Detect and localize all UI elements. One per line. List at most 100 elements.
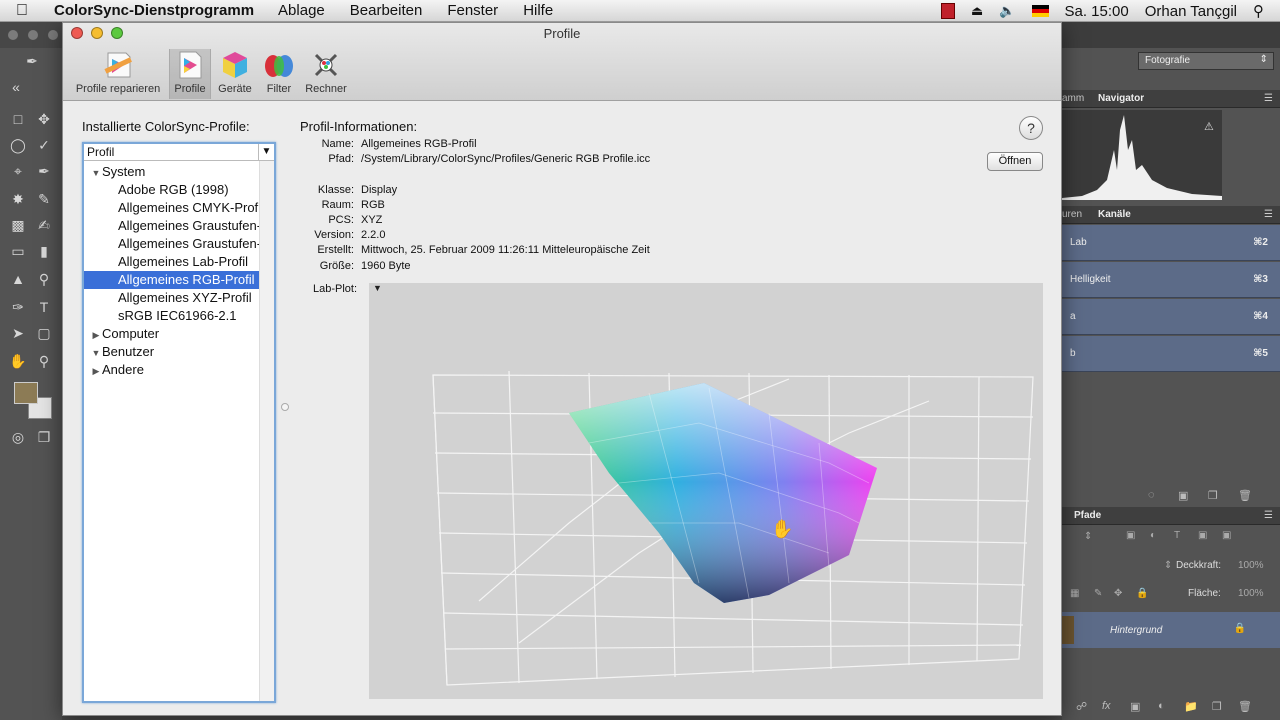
fill-value[interactable]: 100% xyxy=(1238,588,1264,599)
menubar-user[interactable]: Orhan Tançgil xyxy=(1145,3,1237,20)
link-layers-icon[interactable]: ☍ xyxy=(1076,700,1087,713)
channel-row-a[interactable]: a ⌘4 xyxy=(1062,299,1280,335)
help-button[interactable]: ? xyxy=(1019,116,1043,140)
filter-smart-icon[interactable]: ▣ xyxy=(1222,530,1231,541)
blur-tool-icon[interactable]: ▲ xyxy=(8,270,28,288)
tab-kanaele[interactable]: Kanäle xyxy=(1098,209,1131,220)
tree-group-benutzer[interactable]: ▼ Benutzer xyxy=(84,343,259,361)
lab-plot-view[interactable]: ✋ xyxy=(369,283,1043,699)
screen-mode-icon[interactable]: ❐ xyxy=(34,428,54,446)
keyboard-layout-flag-icon[interactable] xyxy=(1031,5,1049,17)
profiles-list[interactable]: Profil ▼ ▼ System Adobe RGB (1998) Allgem… xyxy=(82,142,276,703)
filter-pixel-icon[interactable]: ▣ xyxy=(1126,530,1135,541)
fx-icon[interactable]: fx xyxy=(1102,700,1111,712)
tab-korrekturen[interactable]: uren xyxy=(1062,209,1082,220)
toolbar-filter[interactable]: Filter xyxy=(259,49,299,99)
collapse-arrows-icon[interactable]: « xyxy=(6,78,26,96)
lasso-tool-icon[interactable]: ◯ xyxy=(8,136,28,154)
channel-row-b[interactable]: b ⌘5 xyxy=(1062,336,1280,372)
lab-plot-menu-triangle-icon[interactable]: ▼ xyxy=(373,283,382,293)
lock-position-icon[interactable]: ✥ xyxy=(1114,588,1122,599)
tree-item-xyz[interactable]: Allgemeines XYZ-Profil xyxy=(84,289,259,307)
channel-row-helligkeit[interactable]: Helligkeit ⌘3 xyxy=(1062,262,1280,298)
tree-item-rgb-selected[interactable]: Allgemeines RGB-Profil xyxy=(84,271,259,289)
tree-group-computer[interactable]: ▶ Computer xyxy=(84,325,259,343)
opacity-value[interactable]: 100% xyxy=(1238,560,1264,571)
menu-ablage[interactable]: Ablage xyxy=(278,2,325,19)
disclosure-triangle-right-icon[interactable]: ▶ xyxy=(90,326,102,343)
profile-column-header[interactable]: Profil ▼ xyxy=(84,144,274,161)
layer-row-hintergrund[interactable]: Hintergrund 🔒 xyxy=(1062,612,1280,648)
menu-hilfe[interactable]: Hilfe xyxy=(523,2,553,19)
move-tool-icon[interactable]: ✥ xyxy=(34,110,54,128)
panel-menu-icon[interactable]: ☰ xyxy=(1264,93,1273,104)
foreground-color-swatch[interactable] xyxy=(14,382,38,404)
eyedropper-active-tool-icon[interactable]: ✒ xyxy=(34,162,54,180)
path-selection-tool-icon[interactable]: ➤ xyxy=(8,324,28,342)
disclosure-triangle-down-icon[interactable]: ▼ xyxy=(90,344,102,361)
brush-tool-icon[interactable]: ✎ xyxy=(34,190,54,208)
quick-mask-icon[interactable]: ◎ xyxy=(8,428,28,446)
layer-mask-icon[interactable]: ▣ xyxy=(1130,700,1140,713)
stamp-tool-icon[interactable]: ▩ xyxy=(8,216,28,234)
shape-tool-icon[interactable]: ▢ xyxy=(34,324,54,342)
status-app-icon[interactable] xyxy=(941,3,956,19)
quick-selection-tool-icon[interactable]: ✓ xyxy=(34,136,54,154)
ps-close-dot[interactable] xyxy=(8,30,18,40)
lock-image-icon[interactable]: ✎ xyxy=(1094,588,1102,599)
eject-icon[interactable]: ⏏ xyxy=(971,3,983,19)
filter-type-icon[interactable]: T xyxy=(1174,530,1180,541)
history-brush-tool-icon[interactable]: ✍ xyxy=(34,216,54,234)
menu-bearbeiten[interactable]: Bearbeiten xyxy=(350,2,423,19)
toolbar-repair-profiles[interactable]: Profile reparieren xyxy=(71,49,165,99)
tree-group-system[interactable]: ▼ System xyxy=(84,163,259,181)
toolbar-calculator[interactable]: Rechner xyxy=(301,49,351,99)
zoom-tool-icon[interactable]: ⚲ xyxy=(34,352,54,370)
tree-item-lab[interactable]: Allgemeines Lab-Profil xyxy=(84,253,259,271)
new-group-icon[interactable]: 📁 xyxy=(1184,700,1198,713)
tree-group-andere[interactable]: ▶ Andere xyxy=(84,361,259,379)
pen-tool-icon[interactable]: ✑ xyxy=(8,298,28,316)
tree-item-graustufen-2[interactable]: Allgemeines Graustufen- xyxy=(84,235,259,253)
split-view-handle[interactable] xyxy=(281,403,289,411)
chevron-updown-icon[interactable]: ⇕ xyxy=(1084,531,1092,542)
panel-menu-icon[interactable]: ☰ xyxy=(1264,510,1273,521)
tree-item-graustufen-1[interactable]: Allgemeines Graustufen- xyxy=(84,217,259,235)
marquee-tool-icon[interactable]: □ xyxy=(8,110,28,128)
toolbar-profiles[interactable]: Profile xyxy=(169,49,211,99)
volume-icon[interactable]: 🔈 xyxy=(999,3,1015,19)
type-tool-icon[interactable]: T xyxy=(34,298,54,316)
adjustment-layer-icon[interactable]: ◐ xyxy=(1158,700,1165,712)
save-selection-icon[interactable]: ▣ xyxy=(1178,489,1188,502)
spotlight-search-icon[interactable]: ⚲ xyxy=(1253,2,1264,20)
crop-tool-icon[interactable]: ⌖ xyxy=(8,162,28,180)
new-layer-icon[interactable]: ❐ xyxy=(1212,700,1222,713)
tree-item-cmyk[interactable]: Allgemeines CMYK-Profil xyxy=(84,199,259,217)
ps-zoom-dot[interactable] xyxy=(48,30,58,40)
apple-menu-icon[interactable]:  xyxy=(0,2,44,20)
chevron-updown-icon[interactable]: ⇕ xyxy=(1164,560,1172,571)
lock-all-icon[interactable]: 🔒 xyxy=(1136,588,1148,599)
gradient-tool-icon[interactable]: ▮ xyxy=(34,242,54,260)
panel-menu-icon[interactable]: ☰ xyxy=(1264,209,1273,220)
healing-brush-tool-icon[interactable]: ✸ xyxy=(8,190,28,208)
disclosure-triangle-right-icon[interactable]: ▶ xyxy=(90,362,102,379)
workspace-select[interactable]: Fotografie ⇕ xyxy=(1138,52,1274,70)
ps-minimize-dot[interactable] xyxy=(28,30,38,40)
eyedropper-tool-icon[interactable]: ✒ xyxy=(22,52,42,70)
warning-icon[interactable]: ⚠ xyxy=(1204,120,1214,133)
tree-item-srgb[interactable]: sRGB IEC61966-2.1 xyxy=(84,307,259,325)
lock-transparent-icon[interactable]: ▦ xyxy=(1070,588,1079,599)
filter-shape-icon[interactable]: ▣ xyxy=(1198,530,1207,541)
menubar-clock[interactable]: Sa. 15:00 xyxy=(1065,3,1129,20)
filter-adjust-icon[interactable]: ◐ xyxy=(1150,530,1156,541)
toolbar-devices[interactable]: Geräte xyxy=(213,49,257,99)
hand-tool-icon[interactable]: ✋ xyxy=(8,352,28,370)
open-button[interactable]: Öffnen xyxy=(987,152,1043,171)
menu-fenster[interactable]: Fenster xyxy=(447,2,498,19)
dodge-tool-icon[interactable]: ⚲ xyxy=(34,270,54,288)
channel-row-lab[interactable]: Lab ⌘2 xyxy=(1062,225,1280,261)
tab-navigator[interactable]: Navigator xyxy=(1098,93,1144,104)
tab-histogram[interactable]: amm xyxy=(1062,93,1084,104)
tree-item-adobe-rgb[interactable]: Adobe RGB (1998) xyxy=(84,181,259,199)
